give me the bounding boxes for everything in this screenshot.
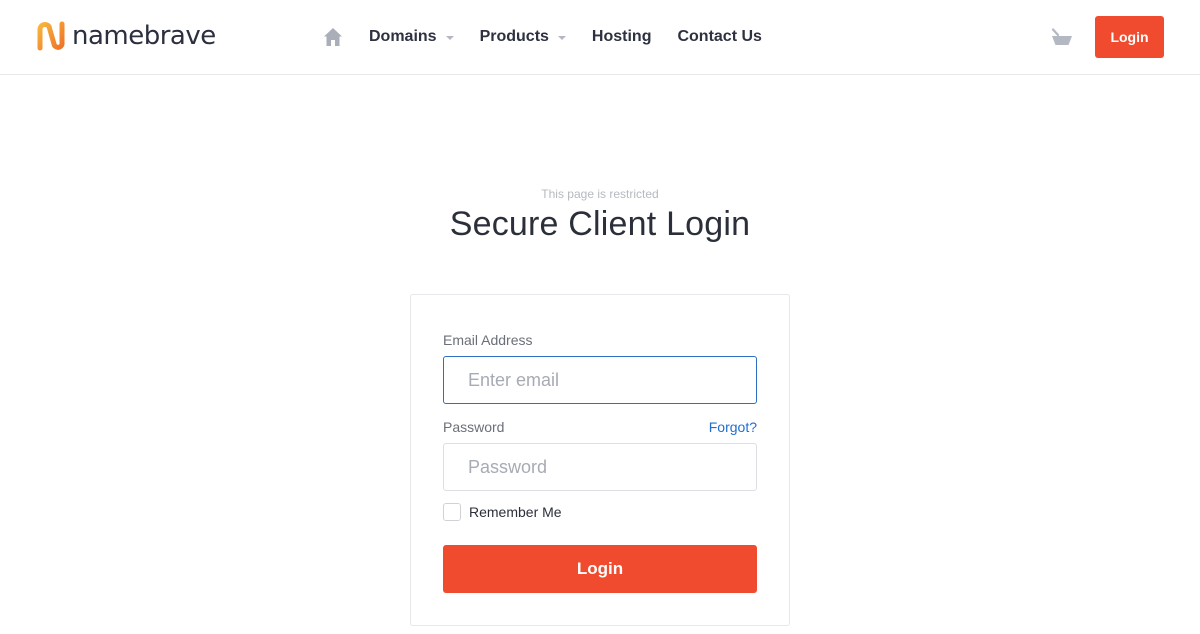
page-title: Secure Client Login — [449, 205, 751, 243]
forgot-password-link[interactable]: Forgot? — [709, 419, 757, 435]
logo-mark-icon — [37, 21, 65, 51]
email-input[interactable] — [443, 356, 757, 404]
home-icon[interactable] — [322, 26, 344, 48]
password-label: Password — [443, 419, 505, 435]
nav-item-label: Domains — [369, 28, 437, 45]
login-submit-button[interactable]: Login — [443, 545, 757, 593]
brand-name: namebrave — [72, 21, 216, 51]
brand-logo[interactable]: namebrave — [36, 21, 216, 51]
main-nav: Domains Products Hosting Contact Us — [322, 24, 788, 50]
chevron-down-icon — [445, 35, 454, 40]
login-form: Email Address Password Forgot? Remember … — [410, 294, 790, 626]
cart-icon[interactable] — [1051, 27, 1073, 47]
remember-me-checkbox[interactable] — [443, 503, 461, 521]
nav-item-label: Products — [479, 28, 549, 45]
nav-item-contact-us[interactable]: Contact Us — [677, 28, 761, 46]
top-navbar: namebrave Domains Products Hosting Conta… — [0, 0, 1200, 75]
remember-me[interactable]: Remember Me — [443, 503, 562, 521]
chevron-down-icon — [557, 35, 566, 40]
header-login-button[interactable]: Login — [1095, 16, 1164, 58]
email-label: Email Address — [443, 332, 533, 348]
nav-item-label: Hosting — [591, 28, 652, 45]
password-input[interactable] — [443, 443, 757, 491]
remember-me-label: Remember Me — [469, 504, 562, 520]
nav-item-label: Contact Us — [677, 28, 762, 45]
restricted-notice: This page is restricted — [541, 187, 659, 201]
nav-item-hosting[interactable]: Hosting — [592, 28, 652, 46]
nav-item-products[interactable]: Products — [480, 28, 566, 46]
nav-item-domains[interactable]: Domains — [369, 28, 454, 46]
